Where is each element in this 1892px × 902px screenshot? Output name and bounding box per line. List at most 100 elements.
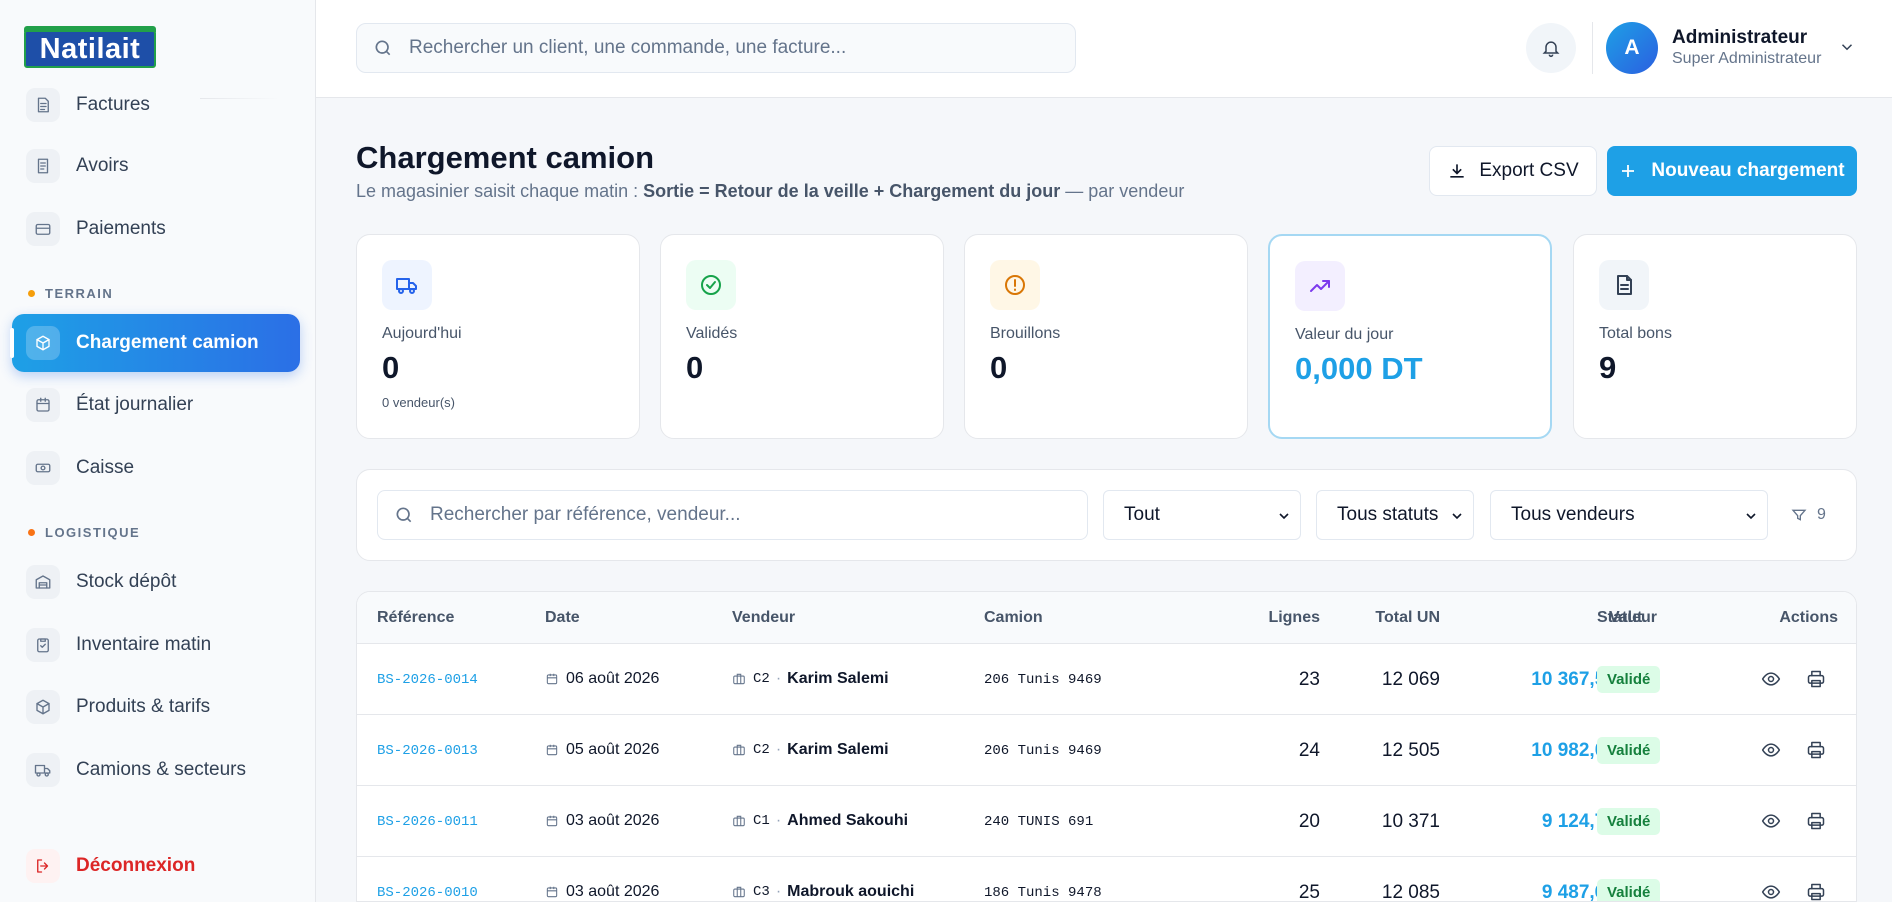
topbar: A Administrateur Super Administrateur (316, 0, 1892, 98)
row-vendor: C3 · Mabrouk aouichi (732, 883, 914, 901)
header-ref[interactable]: Référence (377, 609, 454, 627)
print-button[interactable] (1803, 808, 1829, 834)
table-row[interactable]: BS-2026-0014 06 août 2026 C2 · Karim Salem… (357, 644, 1856, 715)
logout-button[interactable]: Déconnexion (12, 837, 300, 895)
header-truck[interactable]: Camion (984, 609, 1043, 627)
vendor-select[interactable]: Tous vendeurs (1490, 490, 1768, 540)
status-badge: Validé (1597, 737, 1661, 764)
header-status[interactable]: Statut (1597, 609, 1642, 627)
global-search[interactable] (356, 23, 1076, 73)
section-label: LOGISTIQUE (45, 525, 141, 540)
sidebar-item-factures[interactable]: Factures (12, 76, 300, 134)
table-search[interactable] (377, 490, 1088, 540)
truck-icon (26, 753, 60, 787)
notifications-button[interactable] (1526, 23, 1576, 73)
sidebar-item-label: Avoirs (76, 155, 129, 176)
period-select[interactable]: Tout (1103, 490, 1301, 540)
stat-card-drafts: Brouillons 0 (964, 234, 1248, 439)
row-date: 03 août 2026 (545, 812, 659, 830)
sidebar-item-label: Paiements (76, 218, 166, 239)
table-search-input[interactable] (430, 504, 1070, 526)
row-ref[interactable]: BS-2026-0010 (377, 885, 478, 901)
chevron-down-icon[interactable] (1838, 38, 1856, 56)
stat-card-day-value: Valeur du jour 0,000 DT (1268, 234, 1552, 439)
row-vendor-separator: · (775, 670, 782, 687)
row-vendor-separator: · (775, 812, 782, 829)
row-lines: 25 (1298, 882, 1320, 902)
receipt-icon (26, 149, 60, 183)
sidebar-item-caisse[interactable]: Caisse (12, 439, 300, 497)
alert-circle-icon (990, 260, 1040, 310)
chevron-down-icon (1452, 513, 1462, 520)
row-ref[interactable]: BS-2026-0013 (377, 743, 478, 759)
section-logistique: LOGISTIQUE (28, 525, 140, 540)
sidebar-item-label: Factures (76, 94, 150, 115)
row-vendor: C2 · Karim Salemi (732, 670, 889, 688)
global-search-input[interactable] (409, 37, 1049, 59)
print-button[interactable] (1803, 879, 1829, 901)
header-lines[interactable]: Lignes (1187, 609, 1320, 627)
loadings-table: Référence Date Vendeur Camion Lignes Tot… (356, 591, 1857, 902)
row-vendor-name: Mabrouk aouichi (787, 883, 915, 900)
row-vendor: C2 · Karim Salemi (732, 741, 889, 759)
view-button[interactable] (1758, 808, 1784, 834)
avatar[interactable]: A (1606, 22, 1658, 74)
table-row[interactable]: BS-2026-0013 05 août 2026 C2 · Karim Salem… (357, 715, 1856, 786)
print-button[interactable] (1803, 666, 1829, 692)
view-button[interactable] (1758, 879, 1784, 901)
stat-card-today: Aujourd'hui 0 0 vendeur(s) (356, 234, 640, 439)
sidebar-item-produits-tarifs[interactable]: Produits & tarifs (12, 678, 300, 736)
view-button[interactable] (1758, 737, 1784, 763)
row-lines: 20 (1298, 811, 1320, 832)
sidebar-item-label: Stock dépôt (76, 571, 177, 592)
header-total[interactable]: Total UN (1357, 609, 1440, 627)
row-lines: 23 (1298, 669, 1320, 690)
brand-logo[interactable]: Natilait (24, 26, 156, 70)
sidebar-item-etat-journalier[interactable]: État journalier (12, 376, 300, 434)
row-ref[interactable]: BS-2026-0011 (377, 814, 478, 830)
status-select[interactable]: Tous statuts (1316, 490, 1474, 540)
sidebar-item-chargement-camion[interactable]: Chargement camion (10, 314, 300, 372)
view-button[interactable] (1758, 666, 1784, 692)
sidebar-item-stock-depot[interactable]: Stock dépôt (12, 553, 300, 611)
row-vendor-name: Karim Salemi (787, 670, 889, 687)
stat-value: 0 (382, 350, 400, 385)
printer-icon (1807, 741, 1825, 759)
chevron-down-icon (1746, 513, 1756, 520)
row-vendor-code: C2 (753, 671, 770, 687)
filter-icon (1791, 509, 1807, 521)
clipboard-check-icon (26, 628, 60, 662)
stat-value: 9 (1599, 350, 1617, 385)
status-badge: Validé (1597, 879, 1661, 901)
table-header: Référence Date Vendeur Camion Lignes Tot… (357, 592, 1856, 644)
table-row[interactable]: BS-2026-0011 03 août 2026 C1 · Ahmed Sakou… (357, 786, 1856, 857)
sidebar-item-label: Caisse (76, 457, 135, 478)
row-vendor: C1 · Ahmed Sakouhi (732, 812, 908, 830)
row-date-text: 03 août 2026 (566, 883, 660, 900)
stat-card-validated: Validés 0 (660, 234, 944, 439)
header-date[interactable]: Date (545, 609, 580, 627)
table-row[interactable]: BS-2026-0010 03 août 2026 C3 · Mabrouk aou… (357, 857, 1856, 902)
stat-label: Validés (686, 325, 738, 342)
sidebar-item-paiements[interactable]: Paiements (12, 200, 300, 258)
export-csv-button[interactable]: Export CSV (1429, 146, 1597, 196)
briefcase-icon (733, 673, 745, 685)
row-ref[interactable]: BS-2026-0014 (377, 672, 478, 688)
calendar-icon (546, 673, 558, 685)
calendar-icon (546, 815, 558, 827)
sidebar-item-inventaire-matin[interactable]: Inventaire matin (12, 616, 300, 674)
row-vendor-code: C2 (753, 742, 770, 758)
printer-icon (1807, 883, 1825, 901)
sidebar-item-camions-secteurs[interactable]: Camions & secteurs (12, 741, 300, 799)
header-vendor[interactable]: Vendeur (732, 609, 795, 627)
eye-icon (1761, 672, 1781, 686)
eye-icon (1761, 814, 1781, 828)
new-loading-button[interactable]: Nouveau chargement (1607, 146, 1857, 196)
status-badge: Validé (1597, 666, 1661, 693)
print-button[interactable] (1803, 737, 1829, 763)
page-title: Chargement camion (356, 140, 655, 175)
briefcase-icon (733, 815, 745, 827)
calendar-icon (26, 388, 60, 422)
sidebar-item-avoirs[interactable]: Avoirs (12, 137, 300, 195)
warehouse-icon (26, 565, 60, 599)
